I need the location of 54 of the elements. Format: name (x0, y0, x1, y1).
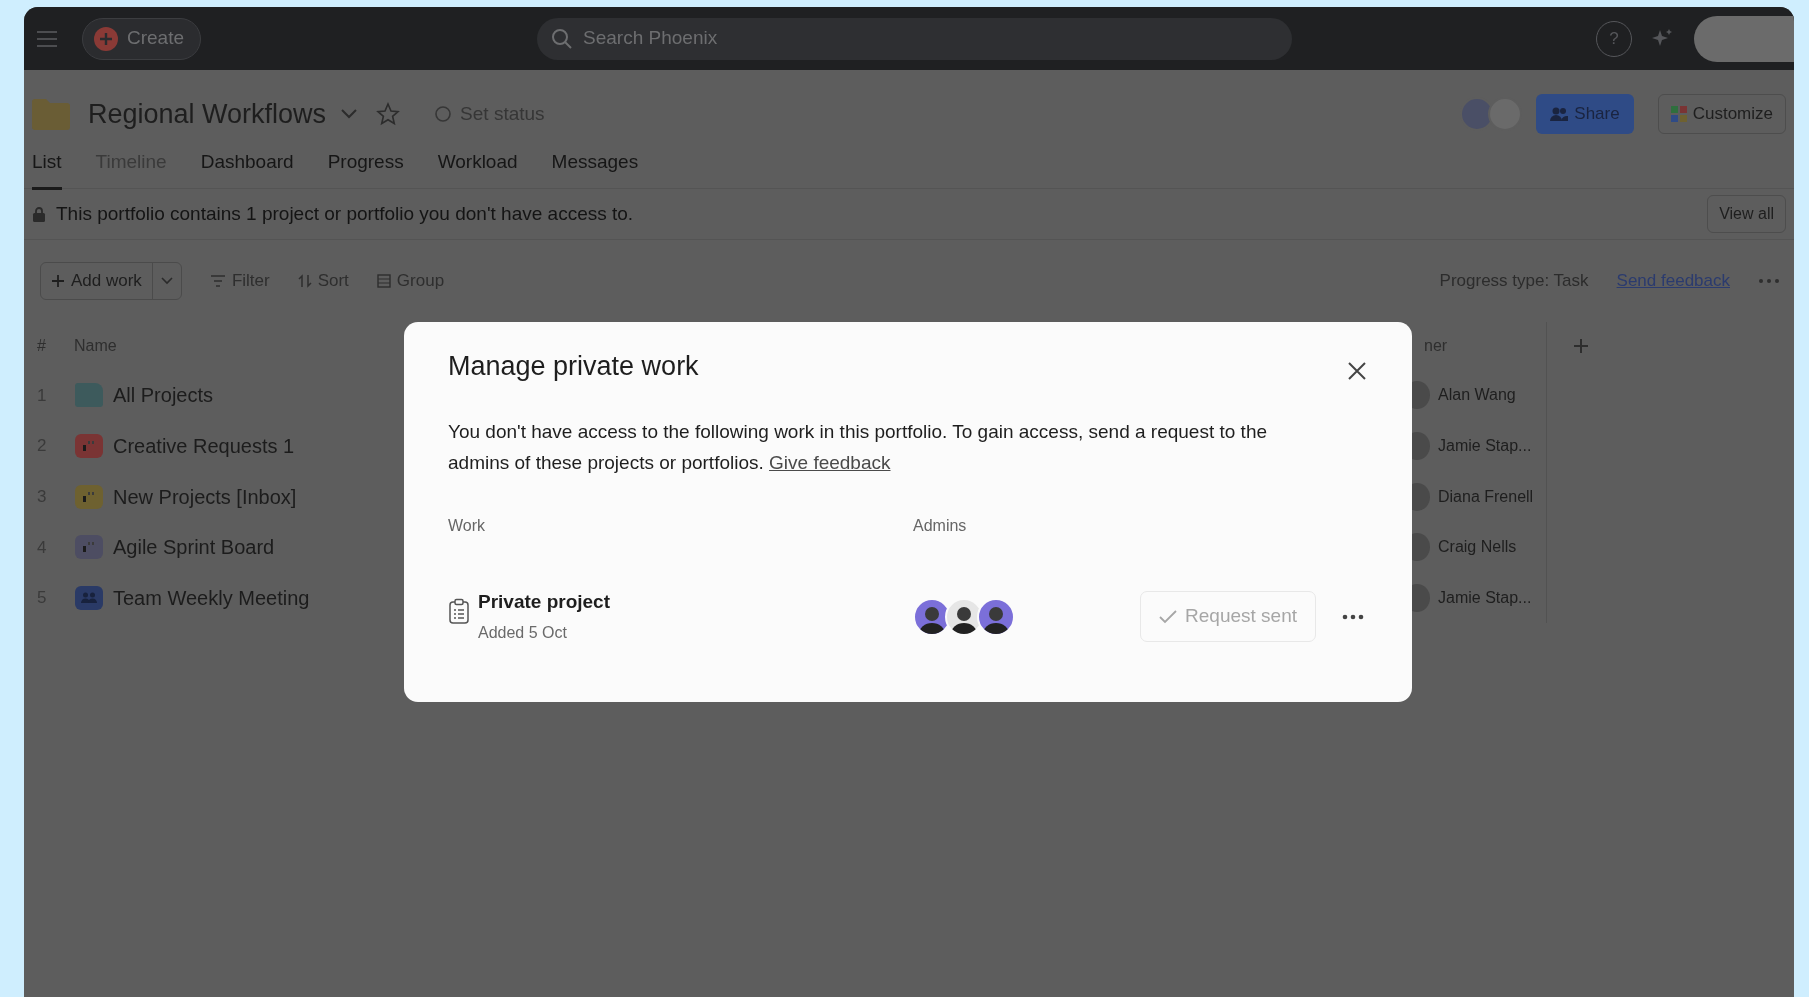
added-date: Added 5 Oct (478, 622, 568, 643)
project-name[interactable]: All Projects (113, 380, 214, 411)
circle-icon (434, 105, 453, 123)
owner-name: Alan Wang (1438, 385, 1516, 406)
chevron-down-icon[interactable] (340, 108, 359, 120)
search-bar[interactable]: Search Phoenix (537, 17, 1293, 60)
menu-icon[interactable] (36, 29, 58, 48)
search-field[interactable]: Search Phoenix (581, 23, 1182, 54)
check-icon (1159, 609, 1178, 624)
user-avatar[interactable] (1694, 15, 1794, 62)
view-all-button[interactable]: View all (1707, 195, 1786, 233)
column-header: Admins (913, 517, 967, 535)
dialog-description: You don't have access to the following work in this portfolio. To gain access, send a request to the admins of these projects or portfolios. Give feedback (448, 420, 1268, 476)
column-header: Work (448, 517, 486, 535)
customize-button[interactable]: Customize (1657, 94, 1786, 134)
caret-icon (160, 277, 173, 285)
view-tab[interactable]: List (32, 144, 62, 190)
star-icon[interactable] (376, 102, 401, 126)
project-name[interactable]: Team Weekly Meeting (113, 583, 310, 614)
plus-icon (51, 274, 65, 288)
view-tab[interactable]: Messages (551, 144, 639, 190)
create-button[interactable]: Create (82, 17, 202, 60)
owner-name: Diana Frenell (1438, 486, 1534, 507)
close-icon (1348, 361, 1366, 380)
project-name[interactable]: Creative Requests 1 (113, 431, 295, 462)
people-icon (1550, 106, 1569, 122)
give-feedback-link[interactable]: Give feedback (769, 452, 891, 474)
owner-name: Jamie Stap... (1438, 436, 1532, 457)
share-button[interactable]: Share (1536, 94, 1634, 134)
table-icon (376, 274, 391, 288)
filter-icon (209, 275, 226, 287)
plus-icon (93, 25, 119, 52)
clipboard-icon (448, 598, 470, 625)
work-name: Private project (478, 590, 610, 615)
column-header: # (37, 336, 46, 356)
view-tab[interactable]: Workload (437, 144, 518, 190)
lock-icon (32, 206, 46, 222)
search-icon (551, 27, 574, 50)
project-name[interactable]: Agile Sprint Board (113, 532, 275, 563)
more-icon (1342, 614, 1364, 621)
dialog-title: Manage private work (448, 350, 699, 383)
grid-icon (1670, 106, 1687, 122)
project-name[interactable]: New Projects [Inbox] (113, 481, 297, 512)
more-icon[interactable] (1758, 278, 1780, 284)
folder-icon (30, 97, 72, 131)
view-tab[interactable]: Dashboard (200, 144, 294, 190)
portfolio-title: Regional Workflows (88, 97, 327, 131)
add-column-icon[interactable] (1573, 338, 1589, 354)
owner-name: Craig Nells (1438, 537, 1517, 558)
sort-icon (297, 274, 312, 288)
add-work-control[interactable]: Add work (40, 262, 182, 300)
owner-name: Jamie Stap... (1438, 588, 1532, 609)
access-notice: This portfolio contains 1 project or portfolio you don't have access to. (56, 201, 634, 226)
view-tab[interactable]: Progress (327, 144, 404, 190)
